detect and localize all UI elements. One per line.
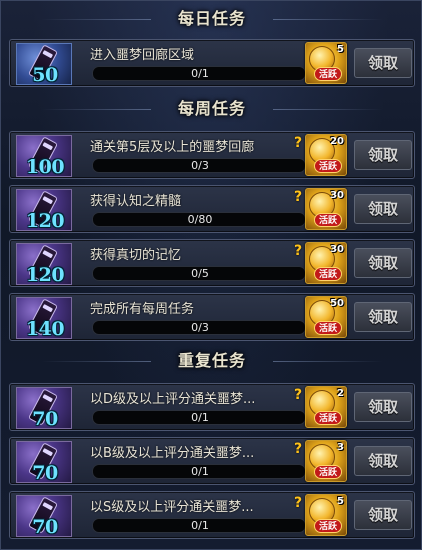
progress-bar: 0/1 (92, 66, 306, 81)
reward-label: 活跃 (314, 411, 342, 425)
task-level: 70 (32, 516, 58, 537)
claim-button[interactable]: 领取 (354, 392, 412, 422)
progress-bar: 0/1 (92, 464, 306, 479)
progress-text: 0/1 (191, 67, 209, 80)
progress-text: 0/80 (187, 213, 213, 226)
progress-bar: 0/1 (92, 410, 306, 425)
reward-label: 活跃 (314, 159, 342, 173)
progress-bar: 0/3 (92, 158, 306, 173)
claim-button[interactable]: 领取 (354, 194, 412, 224)
activity-medal-icon[interactable]: 2 活跃 (305, 386, 347, 428)
claim-button[interactable]: 领取 (354, 248, 412, 278)
reward-count: 2 (337, 388, 344, 399)
claim-button[interactable]: 领取 (354, 446, 412, 476)
task-title: 完成所有每周任务 (90, 302, 195, 316)
progress-text: 0/3 (191, 159, 209, 172)
progress-text: 0/5 (191, 267, 209, 280)
progress-bar: 0/3 (92, 320, 306, 335)
activity-medal-icon[interactable]: 30 活跃 (305, 188, 347, 230)
reward-count: 20 (330, 136, 344, 147)
wand-scroll-icon: 100 (16, 135, 72, 177)
reward-count: 50 (330, 298, 344, 309)
task-level: 120 (25, 210, 65, 231)
task-level: 100 (25, 156, 65, 177)
activity-medal-icon[interactable]: 50 活跃 (305, 296, 347, 338)
wand-scroll-icon: 70 (16, 441, 72, 483)
progress-text: 0/3 (191, 321, 209, 334)
task-title: 以B级及以上评分通关噩梦... (90, 446, 255, 460)
activity-medal-icon[interactable]: 5 活跃 (305, 494, 347, 536)
activity-medal-icon[interactable]: 30 活跃 (305, 242, 347, 284)
task-row-weekly-4: 140 完成所有每周任务 0/3 50 活跃 领取 (9, 293, 415, 341)
claim-button[interactable]: 领取 (354, 302, 412, 332)
wand-scroll-icon: 140 (16, 297, 72, 339)
reward-label: 活跃 (314, 465, 342, 479)
task-title: 通关第5层及以上的噩梦回廊 (90, 140, 255, 154)
task-panel: 每日任务 50 进入噩梦回廊区域 0/1 5 活跃 领取 每周任务 100 通关… (0, 0, 422, 550)
claim-button[interactable]: 领取 (354, 140, 412, 170)
activity-medal-icon[interactable]: 20 活跃 (305, 134, 347, 176)
task-row-daily-1: 50 进入噩梦回廊区域 0/1 5 活跃 领取 (9, 39, 415, 87)
task-title: 获得真切的记忆 (90, 248, 182, 262)
wand-scroll-icon: 50 (16, 43, 72, 85)
reward-count: 30 (330, 244, 344, 255)
claim-button[interactable]: 领取 (354, 500, 412, 530)
progress-text: 0/1 (191, 411, 209, 424)
reward-count: 5 (337, 44, 344, 55)
wand-scroll-icon: 70 (16, 387, 72, 429)
task-row-repeat-2: 70 以B级及以上评分通关噩梦... ? 0/1 3 活跃 领取 (9, 437, 415, 485)
task-level: 70 (32, 462, 58, 483)
task-row-repeat-1: 70 以D级及以上评分通关噩梦... ? 0/1 2 活跃 领取 (9, 383, 415, 431)
task-row-repeat-3: 70 以S级及以上评分通关噩梦... ? 0/1 5 活跃 领取 (9, 491, 415, 539)
reward-label: 活跃 (314, 519, 342, 533)
progress-bar: 0/5 (92, 266, 306, 281)
reward-label: 活跃 (314, 267, 342, 281)
task-row-weekly-1: 100 通关第5层及以上的噩梦回廊 ? 0/3 20 活跃 领取 (9, 131, 415, 179)
task-level: 50 (32, 64, 58, 85)
task-row-weekly-2: 120 获得认知之精髓 ? 0/80 30 活跃 领取 (9, 185, 415, 233)
progress-bar: 0/80 (92, 212, 306, 227)
task-title: 以D级及以上评分通关噩梦... (90, 392, 256, 406)
task-level: 120 (25, 264, 65, 285)
reward-label: 活跃 (314, 321, 342, 335)
section-title-weekly: 每周任务 (1, 95, 422, 123)
wand-scroll-icon: 120 (16, 189, 72, 231)
progress-text: 0/1 (191, 519, 209, 532)
task-title: 以S级及以上评分通关噩梦... (90, 500, 254, 514)
wand-scroll-icon: 120 (16, 243, 72, 285)
activity-medal-icon[interactable]: 5 活跃 (305, 42, 347, 84)
reward-count: 30 (330, 190, 344, 201)
claim-button[interactable]: 领取 (354, 48, 412, 78)
activity-medal-icon[interactable]: 3 活跃 (305, 440, 347, 482)
section-title-daily: 每日任务 (1, 5, 422, 33)
section-title-repeat: 重复任务 (1, 347, 422, 375)
reward-count: 3 (337, 442, 344, 453)
wand-scroll-icon: 70 (16, 495, 72, 537)
progress-text: 0/1 (191, 465, 209, 478)
reward-label: 活跃 (314, 67, 342, 81)
task-title: 进入噩梦回廊区域 (90, 48, 195, 62)
task-row-weekly-3: 120 获得真切的记忆 ? 0/5 30 活跃 领取 (9, 239, 415, 287)
task-level: 140 (25, 318, 65, 339)
task-title: 获得认知之精髓 (90, 194, 182, 208)
progress-bar: 0/1 (92, 518, 306, 533)
task-level: 70 (32, 408, 58, 429)
reward-label: 活跃 (314, 213, 342, 227)
reward-count: 5 (337, 496, 344, 507)
